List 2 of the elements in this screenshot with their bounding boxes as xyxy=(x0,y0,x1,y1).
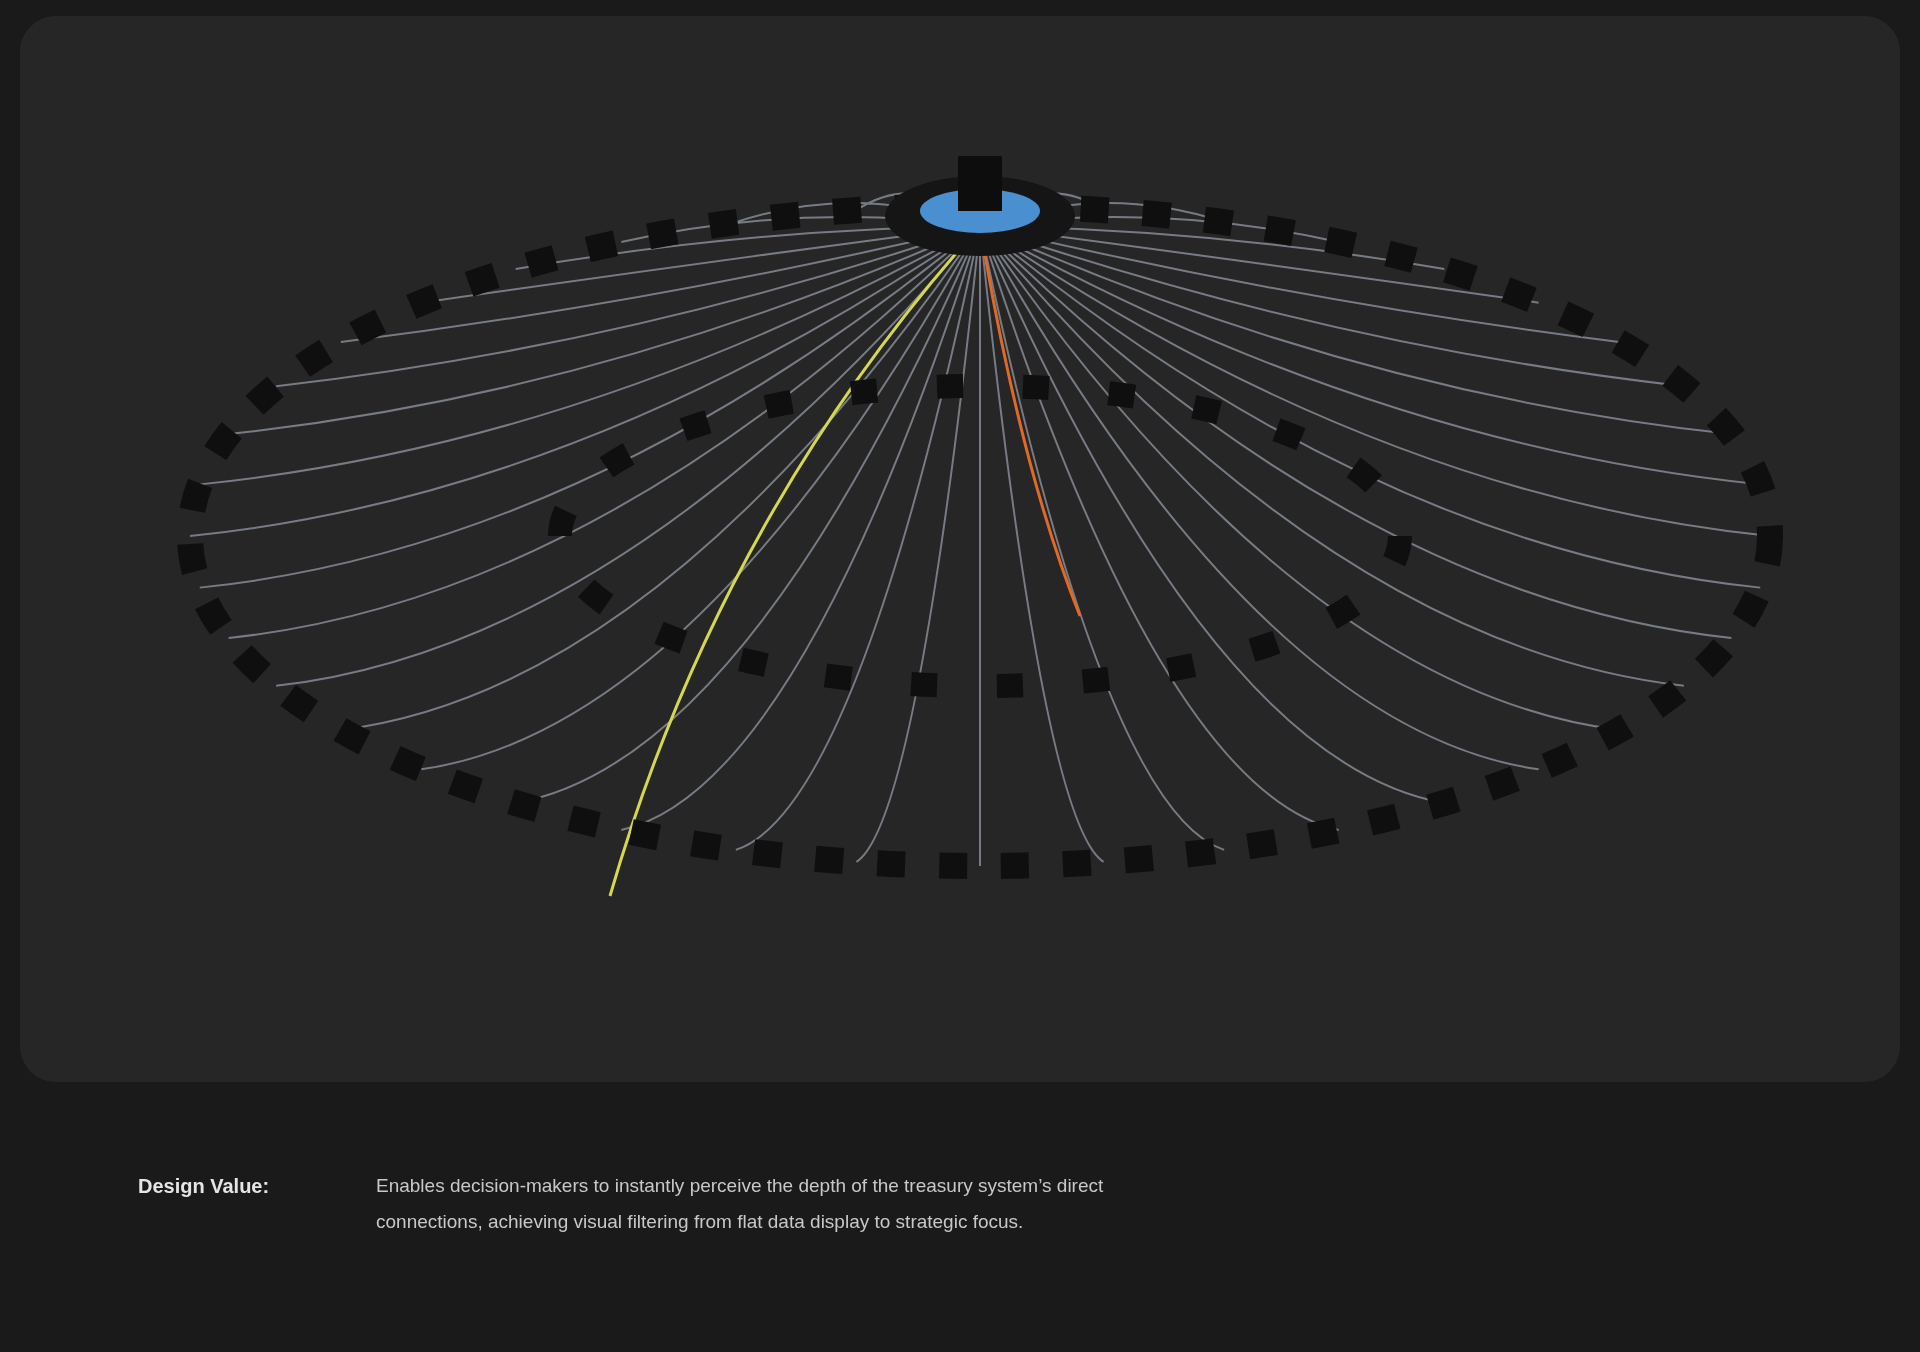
section-label: Design Value: xyxy=(138,1174,271,1199)
description-paragraph: Enables decision-makers to instantly perceive the depth of the treasury system’s direct connections, achieving visual filtering from flat data display to strategic focus. xyxy=(376,1174,1105,1234)
